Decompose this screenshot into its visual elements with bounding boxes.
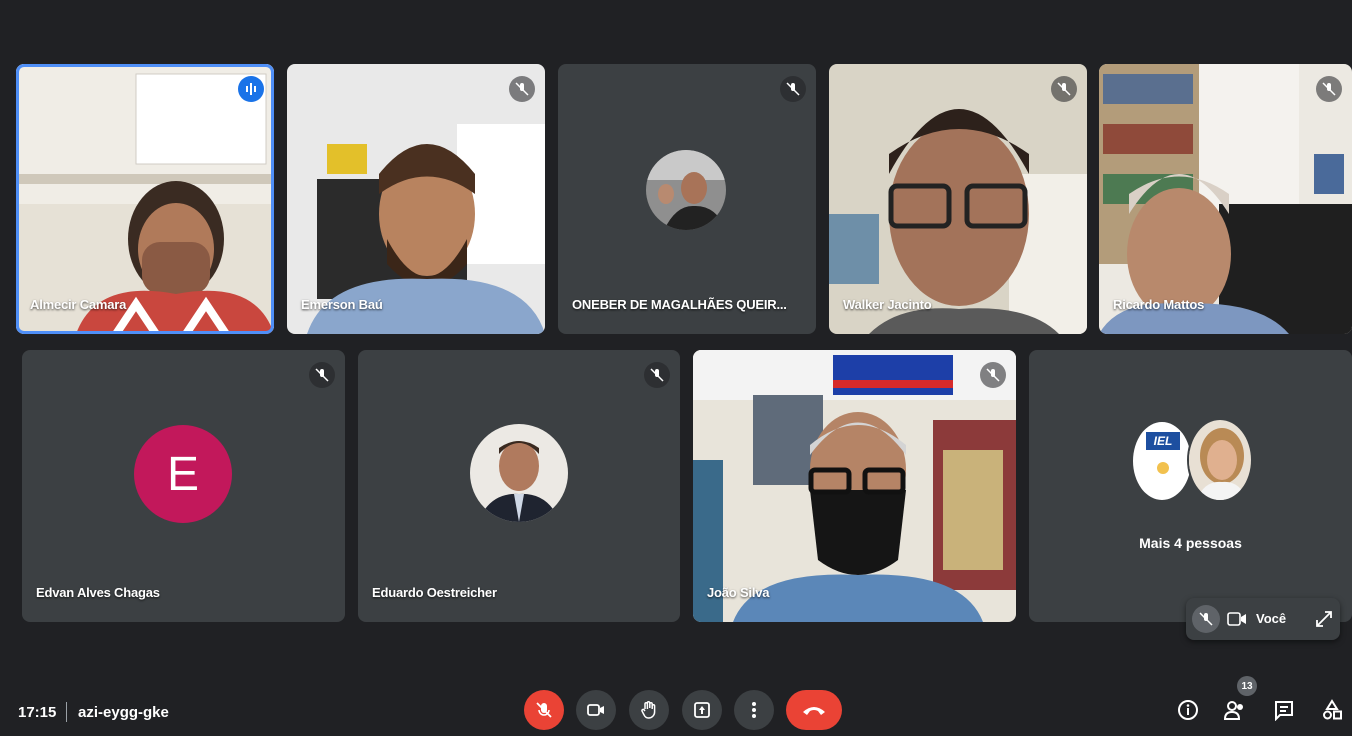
- mic-toggle-button[interactable]: [524, 690, 564, 730]
- raise-hand-icon: [641, 701, 656, 719]
- participant-tile[interactable]: João Silva: [693, 350, 1016, 622]
- participant-avatar: [470, 424, 568, 522]
- self-view-bar: Você: [1186, 598, 1340, 640]
- participant-tile[interactable]: E Edvan Alves Chagas: [22, 350, 345, 622]
- activities-button[interactable]: [1320, 698, 1344, 722]
- participant-tile[interactable]: ONEBER DE MAGALHÃES QUEIR...: [558, 64, 816, 334]
- participant-video: [16, 64, 274, 334]
- participant-name: Almecir Camara: [30, 297, 127, 312]
- participant-avatar: IEL: [1131, 420, 1193, 502]
- hangup-icon: [803, 707, 825, 715]
- participant-tile[interactable]: Almecir Camara: [16, 64, 274, 334]
- raise-hand-button[interactable]: [629, 690, 669, 730]
- participant-name: Edvan Alves Chagas: [36, 585, 160, 600]
- mic-off-icon: [309, 362, 335, 388]
- mic-off-icon: [780, 76, 806, 102]
- mic-off-icon: [509, 76, 535, 102]
- participant-video: [829, 64, 1087, 334]
- participant-tile[interactable]: Emerson Baú: [287, 64, 545, 334]
- info-icon: [1178, 700, 1198, 720]
- speaking-indicator-icon: [238, 76, 264, 102]
- participants-count-badge: 13: [1237, 676, 1257, 696]
- iel-logo: IEL: [1146, 432, 1180, 450]
- meet-stage: Almecir Camara Emerson Baú ONEBER DE MAG…: [0, 0, 1352, 736]
- people-button[interactable]: [1223, 698, 1247, 722]
- participant-name: Emerson Baú: [301, 297, 383, 312]
- participant-name: Walker Jacinto: [843, 297, 932, 312]
- chat-icon: [1275, 701, 1293, 721]
- camera-icon: [587, 704, 604, 716]
- participant-tile[interactable]: Eduardo Oestreicher: [358, 350, 680, 622]
- mic-off-icon: [980, 362, 1006, 388]
- meeting-details-button[interactable]: [1176, 698, 1200, 722]
- mic-off-icon: [1316, 76, 1342, 102]
- participant-video: [1099, 64, 1352, 334]
- participant-name: Ricardo Mattos: [1113, 297, 1205, 312]
- divider: [66, 702, 67, 722]
- participant-tile[interactable]: Ricardo Mattos: [1099, 64, 1352, 334]
- expand-icon[interactable]: [1314, 609, 1334, 629]
- more-participants-label: Mais 4 pessoas: [1139, 535, 1242, 551]
- participant-tile[interactable]: Walker Jacinto: [829, 64, 1087, 334]
- more-options-button[interactable]: [734, 690, 774, 730]
- self-view-label: Você: [1256, 611, 1287, 626]
- more-participants-tile[interactable]: IEL Mais 4 pessoas: [1029, 350, 1352, 622]
- participant-video: [693, 350, 1016, 622]
- activities-icon: [1323, 699, 1342, 720]
- mic-off-icon: [1051, 76, 1077, 102]
- self-camera-icon[interactable]: [1226, 609, 1248, 629]
- present-button[interactable]: [682, 690, 722, 730]
- meeting-code: azi-eygg-gke: [78, 704, 169, 721]
- participant-avatar: [646, 150, 726, 230]
- participant-initial-avatar: E: [134, 425, 232, 523]
- mic-off-icon: [644, 362, 670, 388]
- more-icon: [752, 702, 756, 718]
- camera-toggle-button[interactable]: [576, 690, 616, 730]
- self-mic-off-icon[interactable]: [1192, 605, 1220, 633]
- avatar-initial: E: [166, 447, 199, 501]
- leave-call-button[interactable]: [786, 690, 842, 730]
- people-icon: [1223, 701, 1243, 720]
- present-icon: [694, 702, 710, 718]
- bottom-toolbar: 17:15 azi-eygg-gke: [0, 690, 1352, 736]
- participant-avatar: [1187, 418, 1253, 502]
- chat-button[interactable]: [1272, 698, 1296, 722]
- participant-name: ONEBER DE MAGALHÃES QUEIR...: [572, 297, 787, 312]
- participant-name: Eduardo Oestreicher: [372, 585, 497, 600]
- participant-video: [287, 64, 545, 334]
- meeting-time: 17:15: [18, 704, 57, 721]
- participant-name: João Silva: [707, 585, 770, 600]
- mic-off-icon: [536, 702, 552, 718]
